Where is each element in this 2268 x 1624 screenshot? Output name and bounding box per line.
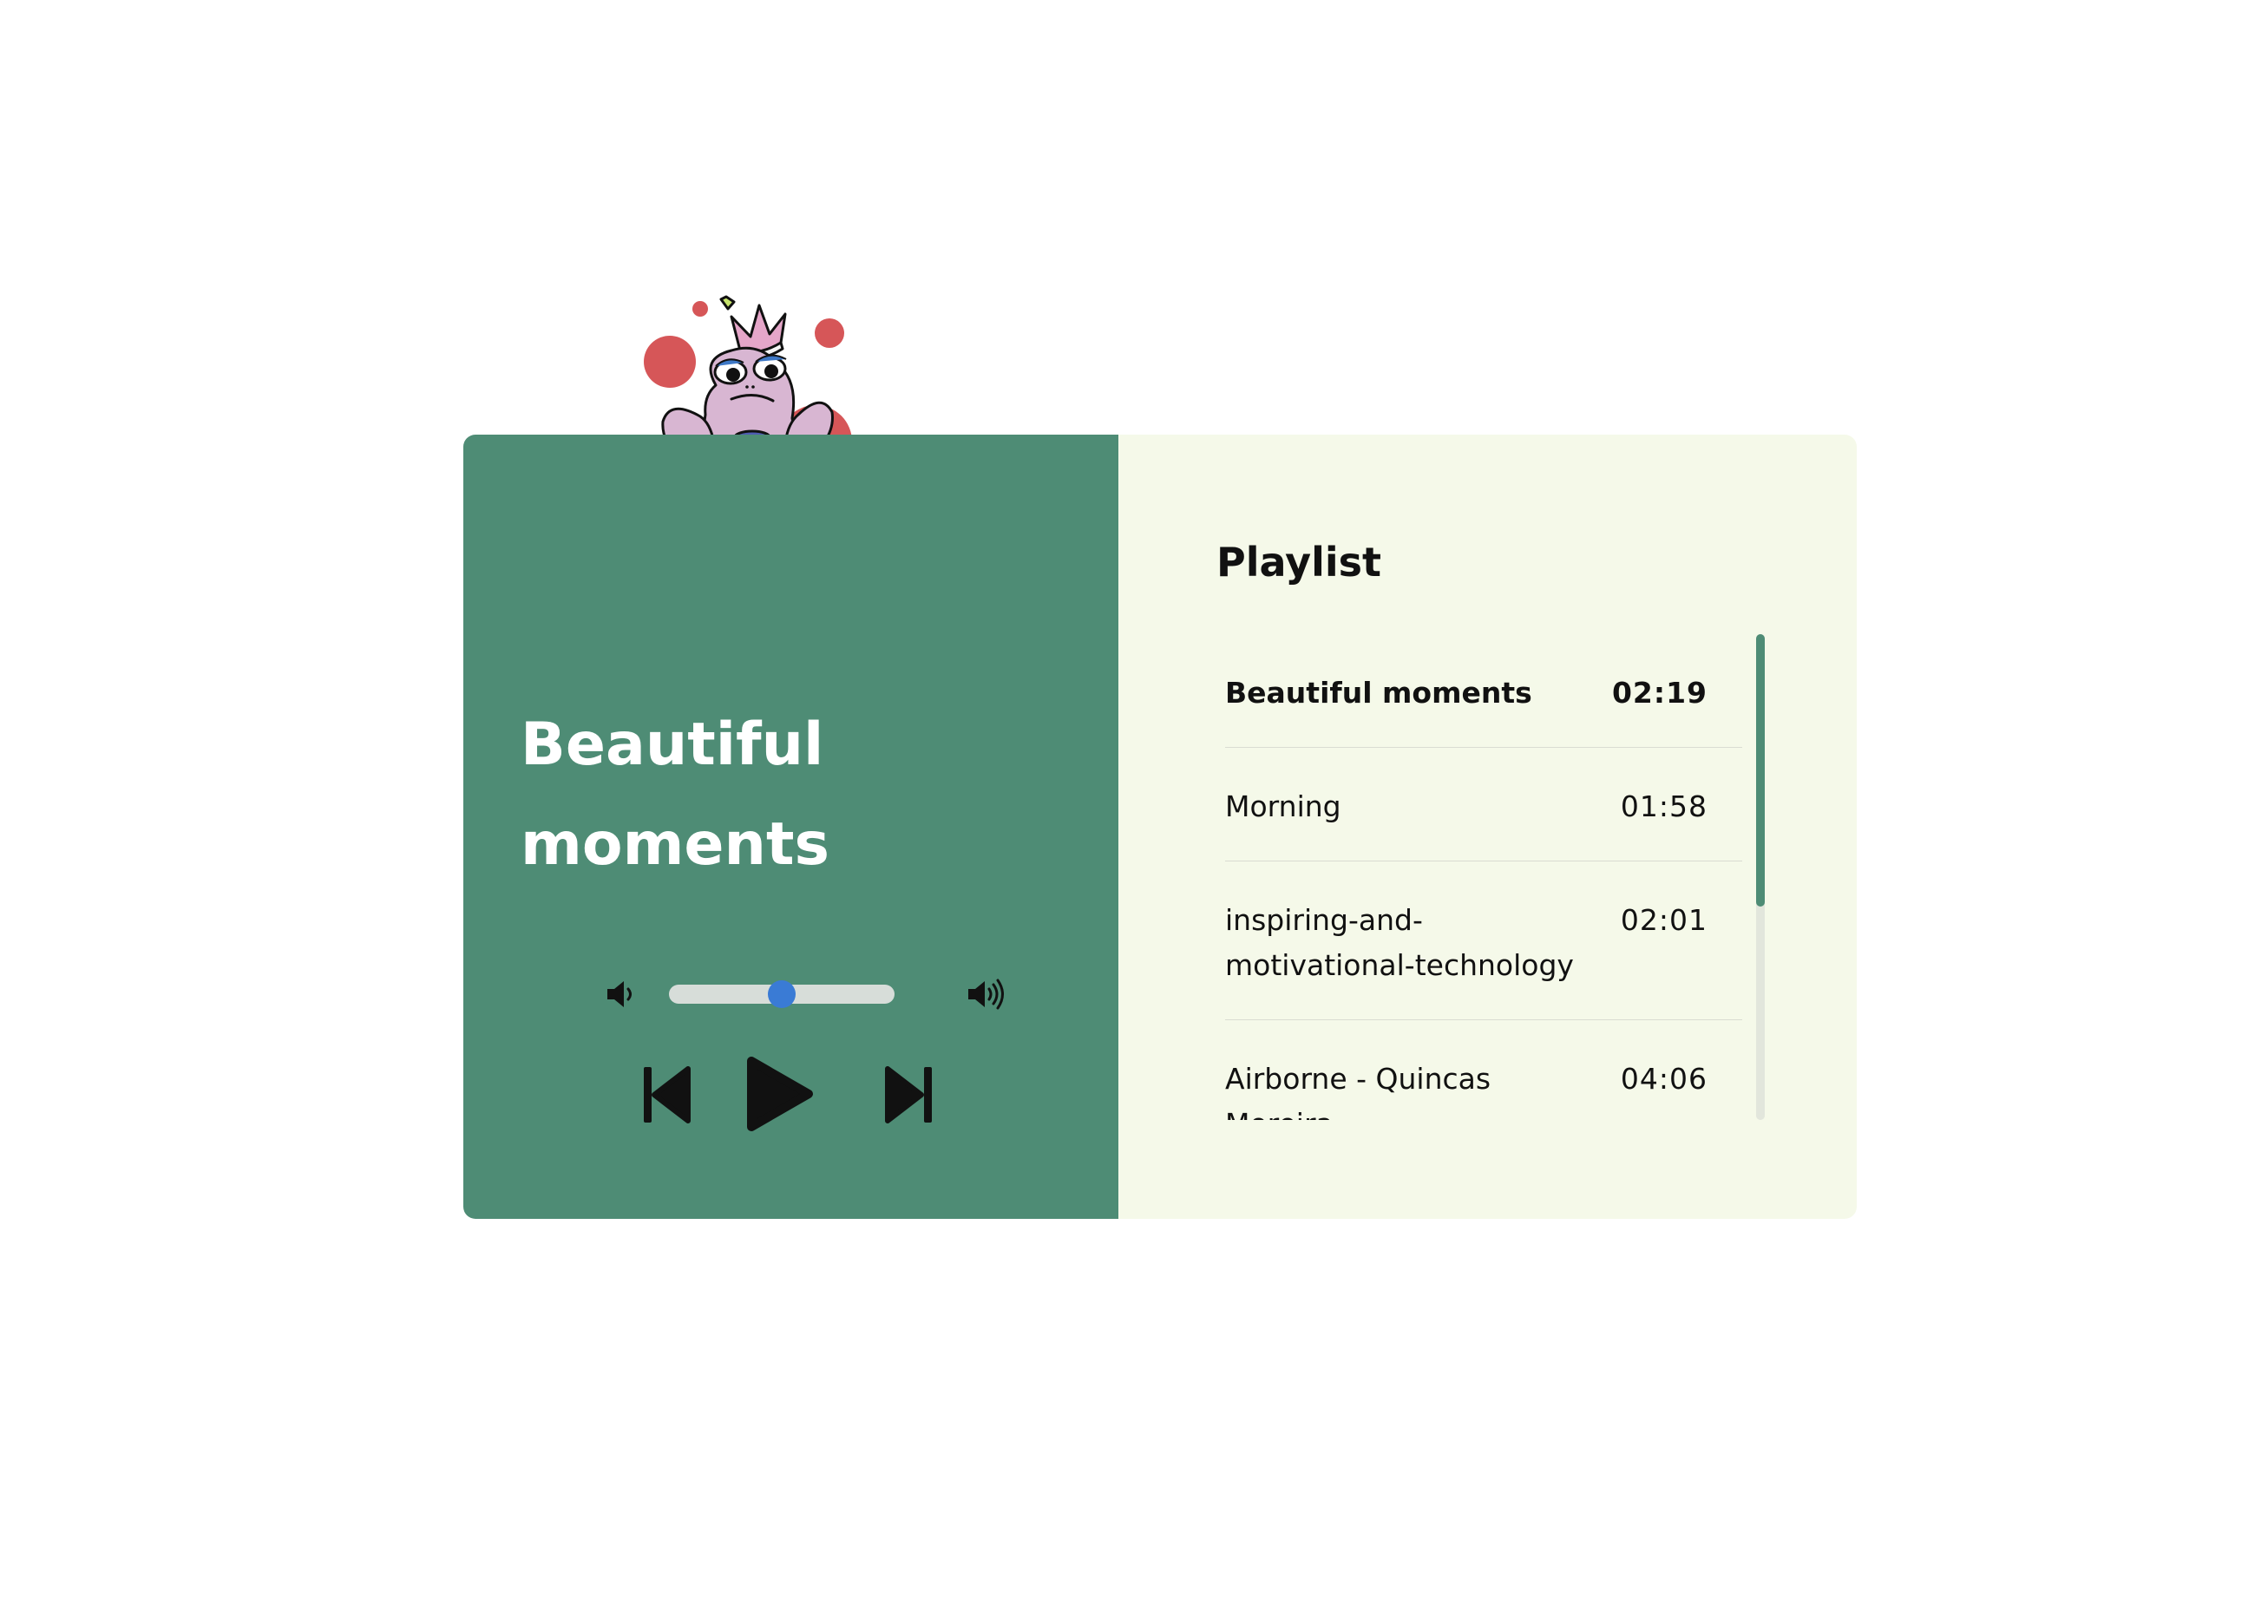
playlist-item[interactable]: Morning 01:58 [1225, 748, 1742, 861]
playback-controls [637, 1049, 932, 1136]
now-playing-panel: Beautiful moments [463, 435, 1118, 1219]
track-name: inspiring-and-motivational-technology [1225, 903, 1574, 982]
play-icon[interactable] [741, 1049, 819, 1136]
playlist-heading: Playlist [1216, 539, 1381, 586]
playlist-scrollbar[interactable] [1756, 634, 1765, 1120]
volume-high-icon[interactable] [967, 977, 1005, 1012]
now-playing-title: Beautiful moments [521, 710, 829, 879]
skip-previous-icon[interactable] [637, 1049, 698, 1136]
playlist-item[interactable]: Airborne - Quincas Moreira 04:06 [1225, 1020, 1742, 1120]
track-duration: 02:01 [1620, 903, 1708, 937]
track-name: Airborne - Quincas Moreira [1225, 1062, 1491, 1120]
playlist-panel: Playlist Beautiful moments 02:19 Morning… [1118, 435, 1857, 1219]
volume-slider-thumb[interactable] [768, 980, 796, 1008]
playlist-list: Beautiful moments 02:19 Morning 01:58 in… [1225, 634, 1742, 1120]
volume-control [602, 964, 1004, 1025]
music-player-card: Beautiful moments Playlist Beautiful mom… [463, 435, 1857, 1219]
volume-slider[interactable] [669, 980, 895, 1008]
skip-next-icon[interactable] [878, 1049, 939, 1136]
decor-dot [644, 336, 696, 388]
playlist-scrollbar-thumb[interactable] [1756, 634, 1765, 907]
decor-dot [815, 318, 844, 348]
track-duration: 01:58 [1620, 789, 1708, 823]
volume-low-icon[interactable] [602, 977, 640, 1012]
track-name: Morning [1225, 789, 1341, 823]
track-name: Beautiful moments [1225, 676, 1532, 710]
playlist-item[interactable]: Beautiful moments 02:19 [1225, 634, 1742, 748]
track-duration: 02:19 [1611, 676, 1708, 710]
music-player-page: Beautiful moments Playlist Beautiful mom… [0, 0, 2268, 1624]
playlist-item[interactable]: inspiring-and-motivational-technology 02… [1225, 861, 1742, 1020]
track-duration: 04:06 [1620, 1062, 1708, 1096]
decor-dot [692, 301, 708, 317]
